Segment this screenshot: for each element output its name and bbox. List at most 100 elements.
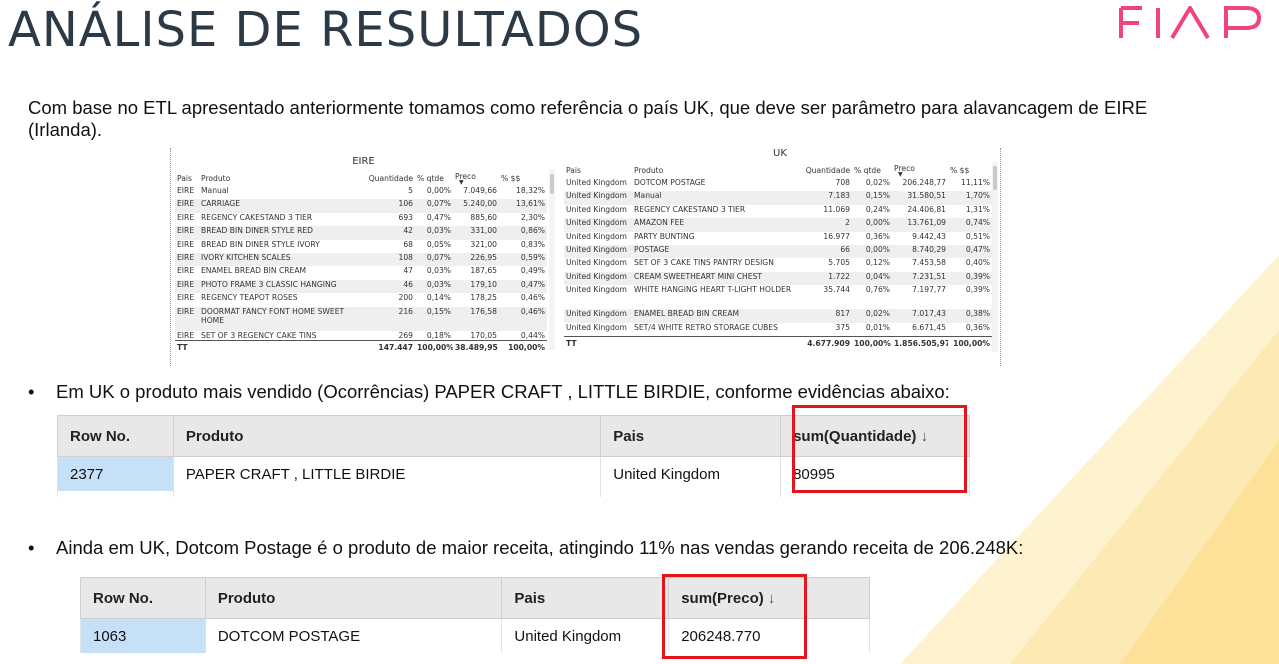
col-produto[interactable]: Produto — [172, 415, 602, 457]
preco-cell: 5.240,00 — [453, 199, 499, 213]
pct-qtde-cell: 0,00% — [426, 186, 451, 195]
fiap-logo — [1119, 6, 1262, 40]
pct-qtde-cell: 0,15% — [852, 191, 892, 205]
pct-valor-cell: 0,86% — [499, 226, 547, 240]
eire-table-title: EIRE — [352, 156, 375, 167]
preco-cell: 7.453,58 — [912, 258, 946, 268]
uk-scroll-thumb[interactable] — [993, 166, 997, 190]
table-row[interactable]: EIRE SET OF 3 REGENCY CAKE TINS 269 0,18% 17… — [175, 331, 547, 341]
quantidade-cell: 106 — [365, 199, 415, 213]
preco-cell: 7.231,51 — [892, 271, 948, 286]
pct-qtde-cell: 0,02% — [852, 309, 892, 323]
table-row[interactable]: EIRE CARRIAGE 106 0,07% 5.240,00 13,61% — [175, 199, 547, 213]
pct-qtde-cell: 0,02% — [865, 178, 890, 187]
eire-table-visual: EIRE Pais Produto Quantidade % qtde Prec… — [170, 148, 556, 366]
row-no-cell: 1063 — [80, 618, 206, 653]
table-row[interactable]: EIRE BREAD BIN DINER STYLE RED 42 0,03% 331,… — [175, 226, 547, 240]
quantidade-cell: 817 — [798, 309, 852, 323]
table-row[interactable]: United Kingdom WHITE HANGING HEART T-LIGH… — [564, 285, 992, 309]
table-row[interactable]: EIRE BREAD BIN DINER STYLE IVORY 68 0,05% 32… — [175, 240, 547, 253]
produto-cell: POSTAGE — [632, 244, 798, 259]
pct-valor-cell: 0,39% — [948, 271, 992, 286]
pct-valor-cell: 1,31% — [965, 204, 990, 214]
table-row[interactable]: United Kingdom PARTY BUNTING 16.977 0,36% 9.… — [564, 232, 992, 245]
eire-col-preco[interactable]: Preco ▼ — [453, 170, 499, 186]
table-row[interactable]: EIRE PHOTO FRAME 3 CLASSIC HANGING 46 0,03%… — [175, 279, 547, 294]
pct-qtde-cell: 0,36% — [865, 231, 890, 241]
pais-cell: United Kingdom — [566, 178, 627, 187]
produto-cell: BREAD BIN DINER STYLE RED — [199, 226, 365, 240]
quantidade-cell: 1.722 — [798, 271, 852, 286]
total-cell: 4.677.909 — [798, 335, 852, 352]
col-produto[interactable]: Produto — [204, 577, 503, 619]
quantidade-cell: 42 — [365, 226, 415, 240]
uk-table: Pais Produto Quantidade % qtde Preco ▼ % … — [564, 162, 992, 352]
quantidade-cell: 708 — [835, 178, 851, 187]
quantidade-cell: 5.705 — [828, 258, 850, 268]
eire-col-pais[interactable]: Pais — [175, 170, 199, 186]
pais-cell: EIRE — [175, 306, 199, 331]
table-row[interactable]: United Kingdom CREAM SWEETHEART MINI CHES… — [564, 271, 992, 286]
table-row[interactable]: EIRE DOORMAT FANCY FONT HOME SWEET HOME 21… — [175, 306, 547, 331]
quantidade-cell: 108 — [365, 252, 415, 267]
uk-col-pct-qtde[interactable]: % qtde — [852, 162, 892, 178]
preco-cell: 7.017,43 — [892, 309, 948, 323]
uk-col-pais[interactable]: Pais — [564, 162, 632, 178]
total-label: TT — [564, 335, 632, 352]
table-row[interactable]: United Kingdom POSTAGE 66 0,00% 8.740,29 0,47… — [564, 244, 992, 259]
pais-cell: EIRE — [177, 186, 195, 195]
eire-col-pct-qtde[interactable]: % qtde — [415, 170, 453, 186]
produto-cell: DOORMAT FANCY FONT HOME SWEET HOME — [199, 306, 365, 331]
uk-col-quantidade[interactable]: Quantidade — [798, 162, 852, 178]
uk-col-pct-valor[interactable]: % $$ — [948, 162, 992, 178]
col-row-no[interactable]: Row No. — [57, 415, 174, 457]
eire-scroll-thumb[interactable] — [550, 174, 554, 194]
table-row[interactable]: EIRE REGENCY TEAPOT ROSES 200 0,14% 178,25 0,… — [175, 293, 547, 306]
table-row[interactable]: EIRE REGENCY CAKESTAND 3 TIER 693 0,47% 885,… — [175, 213, 547, 226]
preco-cell: 176,58 — [453, 306, 499, 331]
produto-cell: SET OF 3 REGENCY CAKE TINS — [201, 330, 317, 340]
table-row[interactable]: EIRE IVORY KITCHEN SCALES 108 0,07% 226,95 0,… — [175, 252, 547, 267]
preco-cell: 13.761,09 — [892, 218, 948, 232]
produto-cell: REGENCY CAKESTAND 3 TIER — [634, 204, 746, 214]
table-row[interactable]: United Kingdom DOTCOM POSTAGE 708 0,02% 206.… — [564, 178, 992, 191]
produto-cell: AMAZON FEE — [632, 218, 798, 232]
total-cell: 1.856.505,97 — [892, 335, 948, 352]
eire-col-pct-valor[interactable]: % $$ — [499, 170, 547, 186]
eire-scrollbar[interactable] — [549, 170, 555, 350]
pct-valor-cell: 0,83% — [520, 239, 545, 249]
total-cell: 147.447 — [365, 339, 415, 356]
quantidade-cell: 375 — [835, 322, 851, 332]
total-cell: 100,00% — [499, 339, 547, 356]
eire-col-produto[interactable]: Produto — [199, 170, 365, 186]
col-pais[interactable]: Pais — [600, 415, 782, 457]
total-cell: 100,00% — [852, 335, 892, 352]
bullet-top-quantity: • Em UK o produto mais vendido (Ocorrênci… — [28, 381, 950, 403]
col-pais[interactable]: Pais — [501, 577, 670, 619]
table-row[interactable]: United Kingdom Manual 7.183 0,15% 31.580,51 1… — [564, 191, 992, 205]
sort-desc-icon: ▼ — [459, 178, 464, 186]
produto-cell: BREAD BIN DINER STYLE IVORY — [201, 239, 320, 249]
pct-valor-cell: 0,46% — [520, 293, 545, 303]
uk-col-preco[interactable]: Preco ▼ — [892, 162, 948, 178]
table-row[interactable]: EIRE ENAMEL BREAD BIN CREAM 47 0,03% 187,65 0… — [175, 266, 547, 279]
uk-header-row: Pais Produto Quantidade % qtde Preco ▼ % … — [564, 162, 992, 178]
produto-cell: ENAMEL BREAD BIN CREAM — [201, 266, 307, 276]
table-row[interactable]: United Kingdom SET OF 3 CAKE TINS PANTRY … — [564, 258, 992, 271]
bullet-text: Ainda em UK, Dotcom Postage é o produto … — [56, 537, 1024, 558]
pct-qtde-cell: 0,03% — [426, 266, 451, 276]
pais-cell: United Kingdom — [564, 271, 632, 286]
table-row[interactable]: United Kingdom SET/4 WHITE RETRO STORAGE … — [564, 323, 992, 337]
eire-col-quantidade[interactable]: Quantidade — [365, 170, 415, 186]
sort-desc-icon: ▼ — [898, 170, 903, 178]
pais-cell: EIRE — [177, 212, 195, 222]
uk-col-produto[interactable]: Produto — [632, 162, 798, 178]
uk-scrollbar[interactable] — [992, 162, 998, 352]
col-row-no[interactable]: Row No. — [80, 577, 206, 619]
table-row[interactable]: United Kingdom AMAZON FEE 2 0,00% 13.761,09 0… — [564, 218, 992, 232]
table-row[interactable]: EIRE Manual 5 0,00% 7.049,66 18,32% — [175, 186, 547, 199]
table-row[interactable]: United Kingdom REGENCY CAKESTAND 3 TIER 11… — [564, 205, 992, 218]
preco-cell: 8.740,29 — [892, 244, 948, 259]
table-row[interactable]: United Kingdom ENAMEL BREAD BIN CREAM 817 0… — [564, 309, 992, 323]
produto-cell: IVORY KITCHEN SCALES — [199, 252, 365, 267]
